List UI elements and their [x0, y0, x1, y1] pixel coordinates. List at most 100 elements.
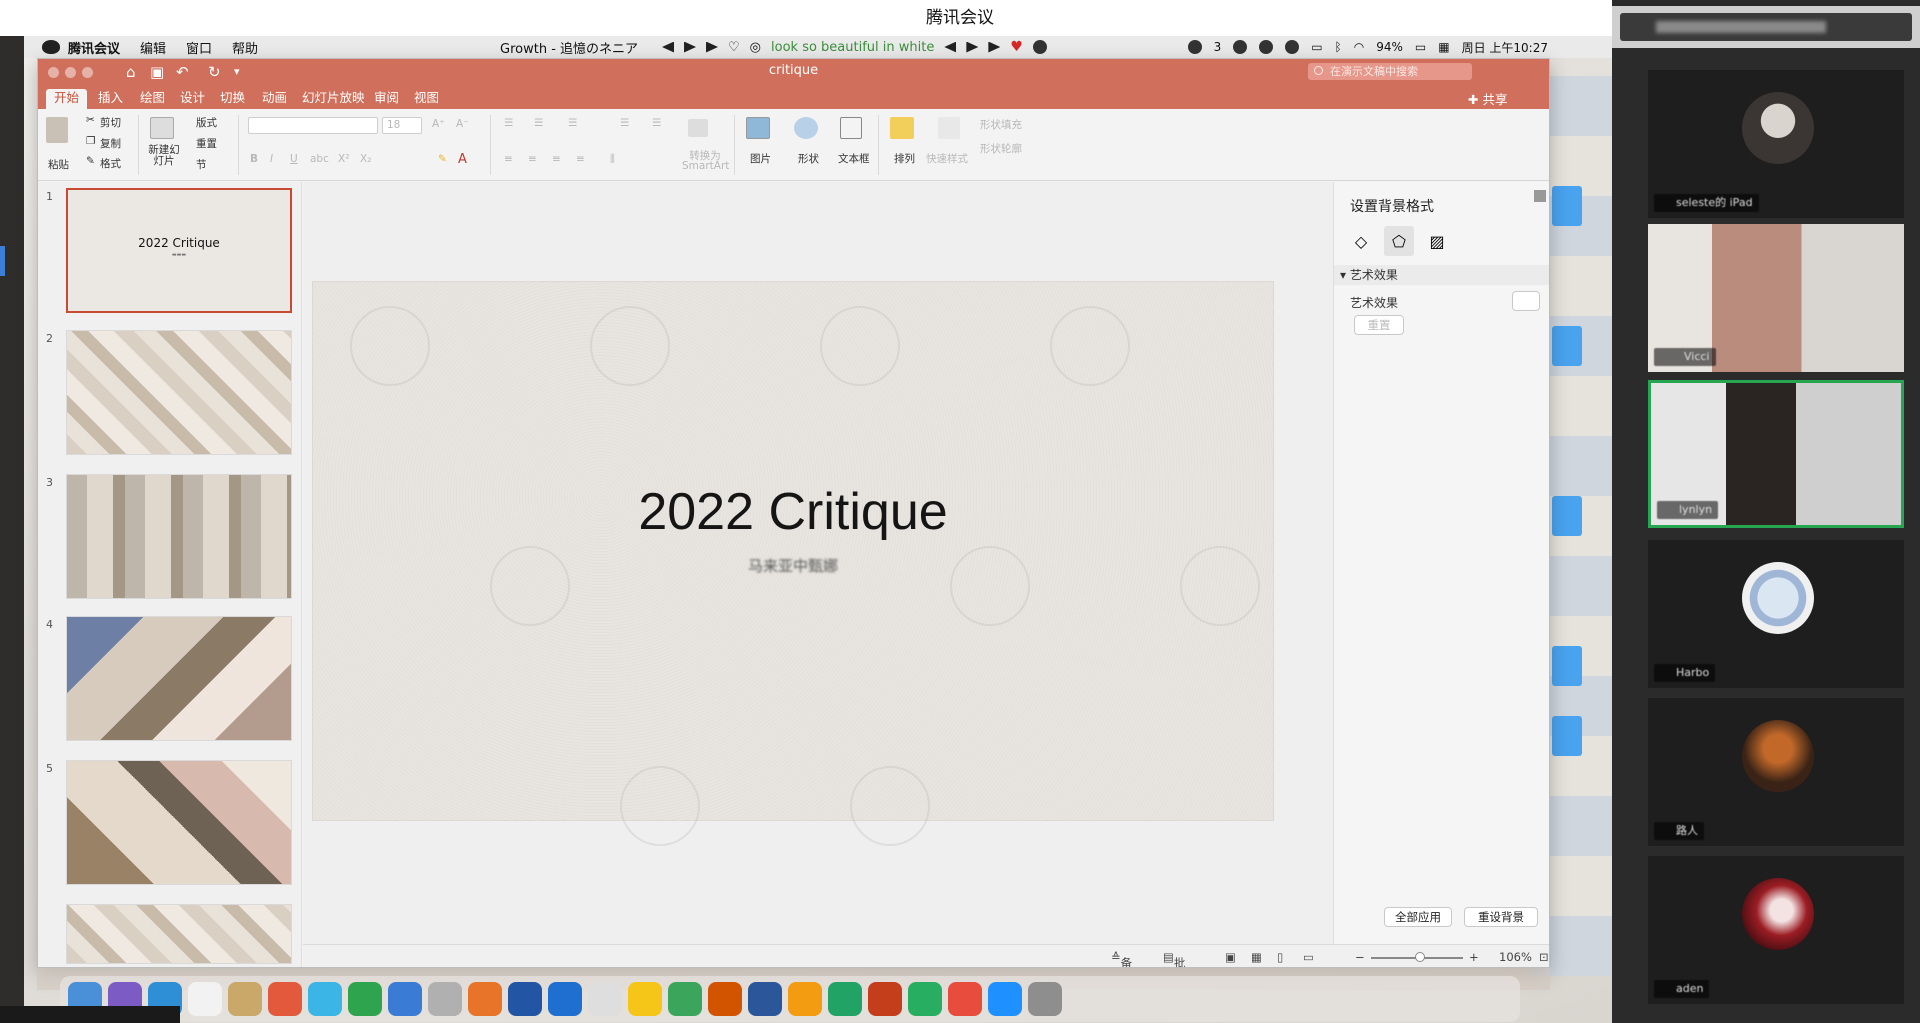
- tab-animations[interactable]: 动画: [254, 89, 295, 109]
- airplay-icon[interactable]: ▭: [1311, 40, 1322, 54]
- cloud-icon[interactable]: [1259, 40, 1274, 54]
- tab-view[interactable]: 视图: [406, 89, 447, 109]
- slide-thumbnail-3[interactable]: [66, 474, 292, 599]
- slideshow-icon[interactable]: ▭: [1303, 950, 1314, 964]
- pane-reset-button[interactable]: 重置: [1354, 315, 1404, 335]
- reset-background-button[interactable]: 重设背景: [1464, 907, 1538, 927]
- battery-icon[interactable]: ▭: [1415, 40, 1426, 54]
- font-name-field[interactable]: [248, 117, 378, 134]
- section-button[interactable]: 节: [196, 157, 207, 172]
- smartart-icon[interactable]: [688, 119, 708, 137]
- picture-button[interactable]: 图片: [750, 151, 771, 166]
- lyric-icon[interactable]: ◎: [750, 40, 761, 55]
- new-slide-icon[interactable]: [150, 117, 174, 139]
- play-icon[interactable]: [684, 41, 697, 53]
- trash-icon[interactable]: [1028, 982, 1062, 1016]
- arrange-icon[interactable]: [890, 117, 914, 139]
- artistic-effects-dropdown[interactable]: [1512, 291, 1540, 311]
- slide-thumbnail-5[interactable]: [66, 760, 292, 885]
- previous-icon[interactable]: [944, 41, 957, 53]
- menu-help[interactable]: 帮助: [232, 38, 258, 57]
- shape-icon[interactable]: [794, 117, 818, 139]
- align-center-icon[interactable]: ≡: [528, 153, 537, 165]
- app-icon[interactable]: [428, 982, 462, 1016]
- align-right-icon[interactable]: ≡: [552, 153, 561, 165]
- slide-sorter-icon[interactable]: ▦: [1251, 950, 1262, 964]
- slide-thumbnail-4[interactable]: [66, 616, 292, 741]
- apple-icon[interactable]: [42, 40, 60, 54]
- tab-design[interactable]: 设计: [172, 89, 213, 109]
- italic-icon[interactable]: I: [270, 153, 273, 165]
- wifi-icon[interactable]: ◠: [1354, 40, 1364, 54]
- participant-tile[interactable]: Vicci: [1648, 224, 1904, 372]
- status-app-icon[interactable]: [1032, 40, 1047, 54]
- reset-button[interactable]: 重置: [196, 136, 217, 151]
- notes-button[interactable]: ≙ 备注: [1111, 950, 1132, 967]
- tab-transitions[interactable]: 切换: [212, 89, 253, 109]
- play-icon[interactable]: [966, 41, 979, 53]
- layout-button[interactable]: 版式: [196, 115, 217, 130]
- tab-slideshow[interactable]: 幻灯片放映: [294, 89, 373, 109]
- participant-tile[interactable]: 路人: [1648, 698, 1904, 846]
- zoom-out-icon[interactable]: −: [1355, 950, 1365, 964]
- tab-review[interactable]: 审阅: [366, 89, 407, 109]
- numbering-icon[interactable]: ☰: [534, 117, 543, 129]
- bullets-icon[interactable]: ☰: [504, 117, 513, 129]
- effects-icon[interactable]: ⬠: [1384, 226, 1414, 256]
- quick-styles-icon[interactable]: [938, 117, 960, 139]
- indent-icon[interactable]: ☰: [568, 117, 577, 129]
- zoom-in-icon[interactable]: +: [1469, 950, 1479, 964]
- slide-title[interactable]: 2022 Critique: [313, 482, 1273, 542]
- word-icon[interactable]: [748, 982, 782, 1016]
- participant-tile[interactable]: Harbo: [1648, 540, 1904, 688]
- shape-outline-button[interactable]: 形状轮廓: [980, 141, 1022, 156]
- comments-button[interactable]: ▤ 批注: [1163, 950, 1185, 967]
- slide-thumbnail-1[interactable]: 2022 Critique ▬▬▬: [66, 188, 292, 313]
- photos-icon[interactable]: [268, 982, 302, 1016]
- tab-draw[interactable]: 绘图: [132, 89, 173, 109]
- slide-thumbnail-2[interactable]: [66, 330, 292, 455]
- paste-button[interactable]: 粘贴: [48, 157, 69, 172]
- notes-icon[interactable]: [188, 982, 222, 1016]
- justify-icon[interactable]: ≡: [576, 153, 585, 165]
- paste-icon[interactable]: [46, 117, 68, 143]
- photoshop-icon[interactable]: [508, 982, 542, 1016]
- bold-icon[interactable]: B: [250, 153, 258, 165]
- tab-insert[interactable]: 插入: [90, 89, 131, 109]
- app-icon[interactable]: [908, 982, 942, 1016]
- status-icon[interactable]: [1285, 40, 1300, 54]
- fit-to-window-icon[interactable]: ⊡: [1539, 950, 1549, 964]
- apply-to-all-button[interactable]: 全部应用: [1384, 907, 1452, 927]
- app-icon[interactable]: [788, 982, 822, 1016]
- menu-app[interactable]: 腾讯会议: [68, 38, 120, 57]
- font-color-icon[interactable]: A: [458, 152, 467, 167]
- superscript-icon[interactable]: X²: [338, 153, 349, 165]
- app-icon[interactable]: [548, 982, 582, 1016]
- copy-icon[interactable]: ❐: [86, 135, 95, 147]
- app-icon[interactable]: [948, 982, 982, 1016]
- bluetooth-icon[interactable]: ᛒ: [1335, 40, 1342, 54]
- wechat-icon[interactable]: [348, 982, 382, 1016]
- columns-icon[interactable]: ☰: [620, 117, 629, 129]
- quick-styles-button[interactable]: 快速样式: [926, 151, 968, 166]
- app-icon[interactable]: [308, 982, 342, 1016]
- app-icon[interactable]: [228, 982, 262, 1016]
- textbox-icon[interactable]: [840, 117, 862, 139]
- highlight-icon[interactable]: ✎: [438, 153, 447, 165]
- shrink-font-icon[interactable]: A⁻: [456, 118, 469, 130]
- app-icon[interactable]: [388, 982, 422, 1016]
- zoom-level[interactable]: 106%: [1499, 950, 1532, 964]
- heart-outline-icon[interactable]: ♡: [728, 40, 740, 55]
- app-icon[interactable]: [708, 982, 742, 1016]
- strikethrough-icon[interactable]: abc: [310, 153, 329, 165]
- participant-tile-speaking[interactable]: lynlyn: [1648, 380, 1904, 528]
- slide-thumbnail-6[interactable]: [66, 904, 292, 964]
- calendar-icon[interactable]: [588, 982, 622, 1016]
- font-size-field[interactable]: 18: [382, 117, 422, 134]
- menu-edit[interactable]: 编辑: [140, 38, 166, 57]
- calendar-icon[interactable]: ▦: [1438, 40, 1449, 54]
- align-text-icon[interactable]: ⫼: [610, 153, 615, 166]
- tab-home[interactable]: 开始: [46, 89, 88, 109]
- zoom-slider-handle[interactable]: [1415, 952, 1425, 962]
- current-slide[interactable]: 2022 Critique 马来亚中甄娜: [313, 282, 1273, 820]
